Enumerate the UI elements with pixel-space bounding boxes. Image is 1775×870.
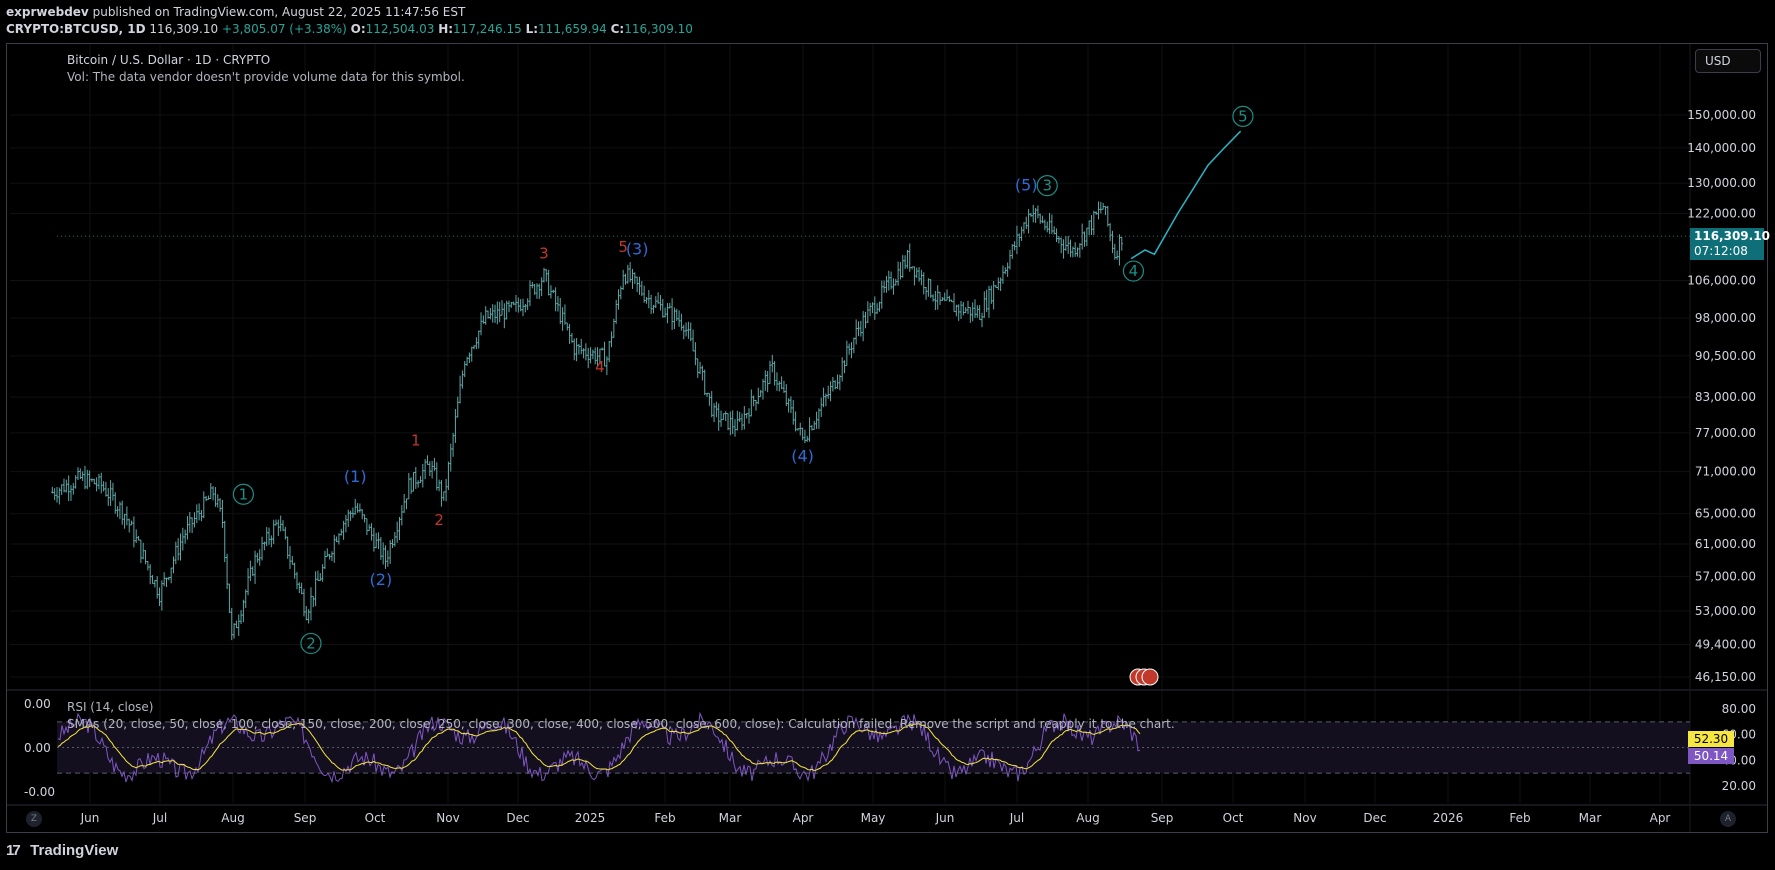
left-axis-label: 0.00	[24, 741, 51, 755]
time-tick-label: Nov	[436, 811, 459, 825]
time-tick-label: Sep	[1151, 811, 1174, 825]
time-tick-label: Dec	[1363, 811, 1386, 825]
tradingview-logo-icon: 17	[6, 842, 21, 859]
left-axis-label: -0.00	[24, 785, 55, 799]
time-tick-label: 2025	[575, 811, 606, 825]
left-axis-label: 0.00	[24, 697, 51, 711]
price-tick-label: 53,000.00	[1695, 604, 1756, 618]
candles	[51, 201, 1123, 641]
rsi-legend: RSI (14, close) SMAs (20, close, 50, clo…	[67, 699, 1175, 733]
tradingview-brand[interactable]: 17 TradingView	[6, 842, 118, 859]
time-tick-label: Jul	[1009, 811, 1024, 825]
price-tick-label: 122,000.00	[1687, 207, 1756, 221]
price-tick-label: 46,150.00	[1695, 670, 1756, 684]
wave-label-3: 3	[1042, 177, 1052, 195]
wave-label-4: 4	[595, 358, 605, 376]
rsi-tick-label: 20.00	[1722, 779, 1756, 793]
price-tick-label: 140,000.00	[1687, 141, 1756, 155]
time-tick-label: Jul	[152, 811, 167, 825]
projection-path	[1130, 130, 1242, 260]
wave-label-1: 1	[239, 485, 249, 503]
price-tick-label: 98,000.00	[1695, 311, 1756, 325]
projection-line	[1130, 130, 1242, 260]
price-tick-label: 57,000.00	[1695, 569, 1756, 583]
rsi-title[interactable]: RSI (14, close)	[67, 699, 1175, 716]
time-tick-label: Oct	[365, 811, 386, 825]
zoom-button[interactable]: Z	[26, 811, 42, 827]
time-tick-label: Jun	[80, 811, 100, 825]
chart-legend: Bitcoin / U.S. Dollar · 1D · CRYPTO Vol:…	[67, 52, 465, 86]
wave-label-(4): (4)	[791, 447, 814, 466]
time-tick-label: May	[861, 811, 886, 825]
wave-label-(2): (2)	[370, 570, 393, 589]
price-tick-label: 83,000.00	[1695, 390, 1756, 404]
wave-label-5: 5	[1238, 107, 1248, 125]
price-tick-label: 61,000.00	[1695, 537, 1756, 551]
symbol-title[interactable]: Bitcoin / U.S. Dollar · 1D · CRYPTO	[67, 52, 465, 69]
time-tick-label: Apr	[793, 811, 814, 825]
time-tick-label: Jun	[935, 811, 955, 825]
price-tick-label: 77,000.00	[1695, 426, 1756, 440]
wave-label-(3): (3)	[626, 239, 649, 258]
price-tag-countdown: 07:12:08	[1694, 244, 1748, 258]
price-tick-label: 150,000.00	[1687, 108, 1756, 122]
price-axis: 150,000.00 140,000.00 130,000.00 122,000.00…	[1687, 108, 1756, 684]
rsi-tick-label: 80.00	[1722, 702, 1756, 716]
time-tick-label: Aug	[221, 811, 244, 825]
time-tick-label: Mar	[1579, 811, 1602, 825]
rsi-value-tag: 50.14	[1688, 748, 1734, 764]
time-tick-label: Dec	[506, 811, 529, 825]
wave-label-(1): (1)	[344, 467, 367, 486]
wave-label-2: 2	[434, 511, 444, 529]
time-tick-label: 2026	[1433, 811, 1464, 825]
price-tick-label: 71,000.00	[1695, 465, 1756, 479]
price-tick-label: 130,000.00	[1687, 176, 1756, 190]
price-tick-label: 65,000.00	[1695, 507, 1756, 521]
wave-labels: 12(1)(2)12345(3)(4)(5) 345	[232, 105, 1254, 655]
wave-label-4: 4	[1129, 262, 1139, 280]
brand-name: TradingView	[30, 842, 119, 859]
time-axis: Jun Jul Aug Sep Oct Nov Dec 2025 Feb Mar Apr May Jun…	[80, 811, 1671, 825]
last-price-tag: 116,309.10 07:12:08	[1690, 228, 1770, 260]
time-tick-label: Mar	[719, 811, 742, 825]
auto-scale-button[interactable]: A	[1720, 811, 1736, 827]
time-tick-label: Aug	[1076, 811, 1099, 825]
wave-label-2: 2	[306, 634, 316, 652]
wave-label-(5): (5)	[1015, 176, 1038, 195]
volume-note: Vol: The data vendor doesn't provide vol…	[67, 70, 465, 84]
price-tick-label: 90,500.00	[1695, 349, 1756, 363]
event-marker-icon	[1141, 668, 1159, 686]
wave-label-3: 3	[539, 245, 549, 263]
price-tag-value: 116,309.10	[1694, 229, 1770, 243]
time-tick-label: Oct	[1223, 811, 1244, 825]
event-markers	[1129, 668, 1159, 686]
currency-button[interactable]: USD	[1695, 49, 1761, 73]
time-tick-label: Nov	[1293, 811, 1316, 825]
wave-label-1: 1	[411, 431, 421, 449]
chart-svg[interactable]: 12(1)(2)12345(3)(4)(5) 345 150,000.00140,…	[0, 0, 1775, 870]
price-tick-label: 106,000.00	[1687, 274, 1756, 288]
smas-error: SMAs (20, close, 50, close, 100, close, …	[67, 717, 1175, 731]
time-tick-label: Feb	[654, 811, 675, 825]
time-tick-label: Sep	[294, 811, 317, 825]
price-tick-label: 49,400.00	[1695, 638, 1756, 652]
time-tick-label: Feb	[1509, 811, 1530, 825]
time-tick-label: Apr	[1650, 811, 1671, 825]
rsi-ma-tag: 52.30	[1688, 731, 1734, 747]
